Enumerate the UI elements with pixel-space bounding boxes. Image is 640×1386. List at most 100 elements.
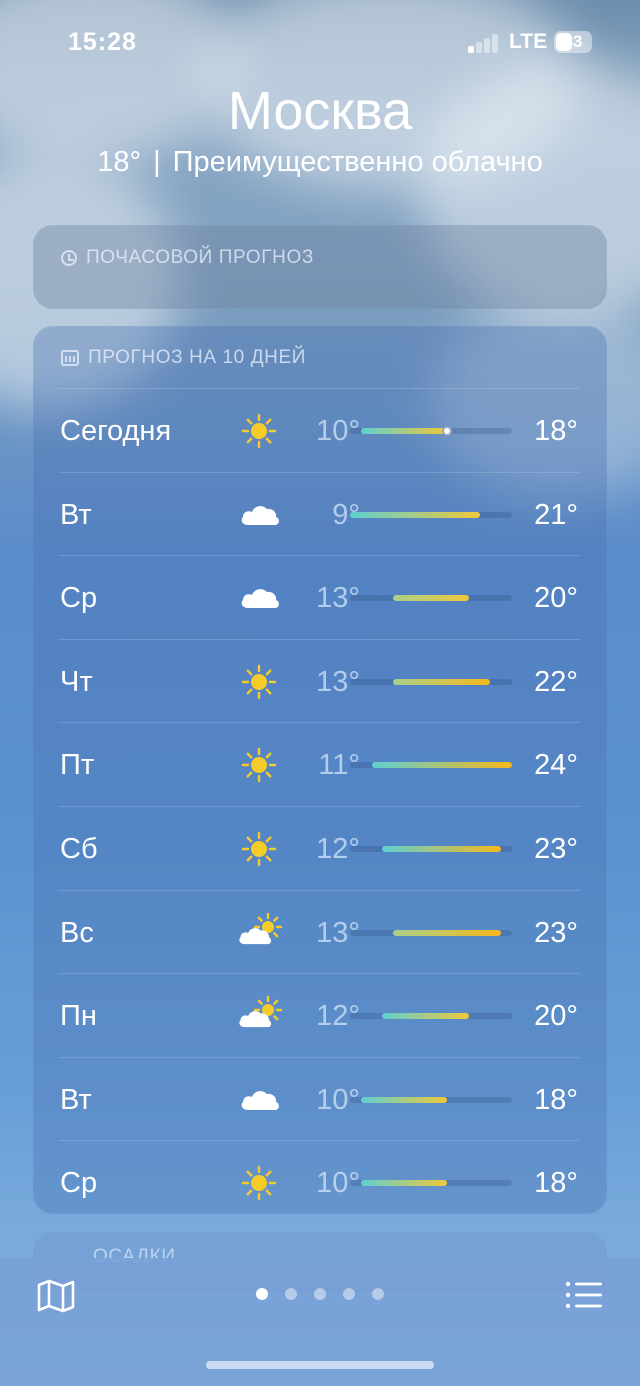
hourly-forecast-title: ПОЧАСОВОЙ ПРОГНОЗ: [86, 247, 314, 268]
low-temperature: 10°: [316, 1167, 360, 1200]
ten-day-forecast-title: ПРОГНОЗ НА 10 ДНЕЙ: [88, 347, 307, 368]
low-temperature: 12°: [316, 1000, 360, 1033]
high-temperature: 23°: [534, 832, 578, 865]
temperature-range-track: [350, 762, 512, 769]
low-temperature: 10°: [316, 415, 360, 447]
temperature-range-bar: [360, 428, 448, 434]
page-dot[interactable]: [372, 1288, 384, 1300]
sun-icon: [238, 1163, 280, 1203]
hourly-forecast-card[interactable]: ПОЧАСОВОЙ ПРОГНОЗ: [33, 225, 607, 309]
list-icon: [565, 1281, 602, 1309]
home-indicator[interactable]: [206, 1361, 434, 1369]
forecast-day: Чт: [60, 665, 93, 698]
forecast-day: Сб: [60, 832, 98, 865]
cloud-icon: [238, 495, 280, 535]
forecast-day: Вт: [60, 1083, 92, 1116]
low-temperature: 13°: [316, 665, 360, 698]
forecast-day: Вт: [60, 498, 92, 531]
partly-cloudy-icon: [238, 912, 283, 953]
low-temperature: 12°: [316, 832, 360, 865]
temperature-range-track: [350, 511, 512, 518]
temperature-range-bar: [393, 678, 491, 685]
current-temp-marker: [442, 426, 453, 436]
forecast-row[interactable]: Пн 12° 20°: [58, 973, 580, 1057]
temperature-range-bar: [382, 1013, 469, 1020]
temperature-range-bar: [393, 929, 502, 936]
status-bar: 15:28 LTE 43: [0, 0, 640, 86]
forecast-row[interactable]: Вт 10° 18°: [58, 1056, 580, 1141]
page-dot[interactable]: [343, 1288, 355, 1300]
locations-list-button[interactable]: [564, 1280, 604, 1310]
temperature-range-track: [350, 845, 512, 852]
sun-icon: [238, 411, 280, 451]
page-indicator[interactable]: [256, 1288, 384, 1300]
cloud-icon: [238, 1080, 280, 1120]
forecast-row[interactable]: Сб 12° 23°: [58, 805, 580, 890]
temperature-range-bar: [360, 1096, 448, 1103]
forecast-day: Вс: [60, 916, 94, 949]
temperature-range-track: [350, 678, 512, 685]
calendar-icon: [61, 350, 79, 366]
temperature-range-bar: [393, 595, 469, 602]
forecast-day: Ср: [60, 582, 98, 615]
forecast-day: Ср: [60, 1167, 98, 1200]
high-temperature: 18°: [534, 415, 578, 447]
forecast-row[interactable]: Сегодня 10° 18°: [58, 388, 580, 472]
low-temperature: 11°: [318, 749, 360, 782]
forecast-day: Пн: [60, 1000, 97, 1033]
battery-icon: 43: [554, 31, 592, 53]
current-summary: 18° | Преимущественно облачно: [0, 146, 640, 179]
high-temperature: 22°: [534, 665, 578, 698]
page-dot-location[interactable]: [256, 1288, 268, 1300]
temperature-range-track: [350, 426, 512, 436]
sun-icon: [238, 829, 280, 869]
forecast-day: Сегодня: [60, 415, 172, 447]
low-temperature: 13°: [316, 916, 360, 949]
temperature-range-track: [350, 1013, 512, 1020]
status-time: 15:28: [68, 28, 137, 56]
forecast-row[interactable]: Чт 13° 22°: [58, 638, 580, 723]
temperature-range-track: [350, 595, 512, 602]
forecast-day: Пт: [60, 749, 95, 782]
page-dot[interactable]: [314, 1288, 326, 1300]
separator: |: [153, 146, 161, 178]
map-icon: [37, 1279, 75, 1313]
temperature-range-track: [350, 1096, 512, 1103]
weather-condition: Преимущественно облачно: [172, 146, 543, 178]
high-temperature: 20°: [534, 582, 578, 615]
high-temperature: 23°: [534, 916, 578, 949]
ten-day-forecast-card[interactable]: ПРОГНОЗ НА 10 ДНЕЙ Сегодня 10° 18° Вт 9° 21° С…: [33, 326, 607, 1214]
sun-icon: [238, 662, 280, 702]
low-temperature: 9°: [332, 498, 360, 531]
temperature-range-bar: [382, 845, 502, 852]
partly-cloudy-icon: [238, 995, 283, 1036]
forecast-row[interactable]: Ср 13° 20°: [58, 555, 580, 639]
signal-icon: [468, 33, 504, 53]
low-temperature: 13°: [316, 582, 360, 615]
temperature-range-bar: [350, 511, 480, 518]
bottom-toolbar: [0, 1258, 640, 1386]
battery-level: 43: [563, 32, 583, 51]
high-temperature: 18°: [534, 1083, 578, 1116]
forecast-row[interactable]: Пт 11° 24°: [58, 722, 580, 806]
temperature-range-bar: [371, 762, 512, 769]
high-temperature: 18°: [534, 1167, 578, 1200]
map-button[interactable]: [36, 1278, 76, 1314]
forecast-list: Сегодня 10° 18° Вт 9° 21° Ср 13° 20° Чт 13° 22° Пт 11…: [58, 388, 580, 1224]
current-temperature: 18°: [97, 146, 142, 178]
low-temperature: 10°: [316, 1083, 360, 1116]
sun-icon: [238, 745, 280, 785]
forecast-row[interactable]: Вс 13° 23°: [58, 889, 580, 974]
temperature-range-track: [350, 929, 512, 936]
temperature-range-bar: [360, 1180, 448, 1187]
temperature-range-track: [350, 1180, 512, 1187]
high-temperature: 20°: [534, 1000, 578, 1033]
page-dot[interactable]: [285, 1288, 297, 1300]
forecast-row[interactable]: Ср 10° 18°: [58, 1140, 580, 1224]
high-temperature: 24°: [534, 749, 578, 782]
high-temperature: 21°: [534, 498, 578, 531]
forecast-row[interactable]: Вт 9° 21°: [58, 471, 580, 556]
cloud-icon: [238, 578, 280, 618]
clock-icon: [61, 250, 77, 266]
network-label: LTE: [509, 30, 548, 53]
